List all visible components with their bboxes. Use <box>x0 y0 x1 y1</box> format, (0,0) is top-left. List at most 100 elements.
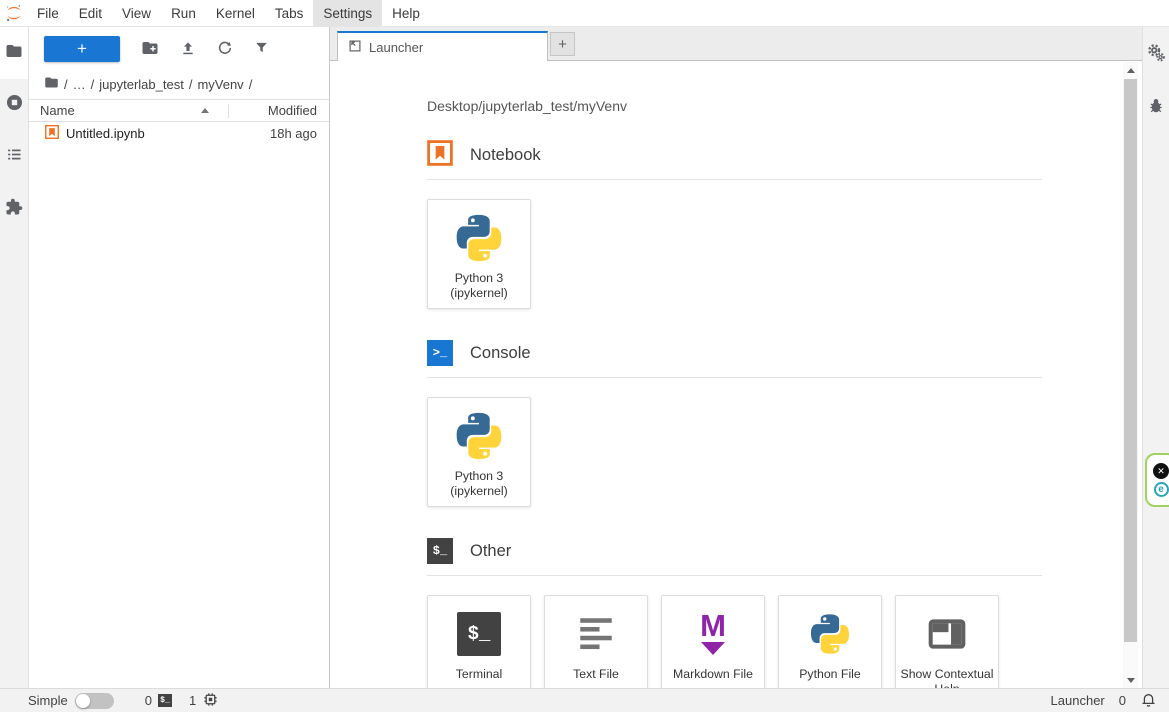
vertical-scrollbar <box>1123 62 1138 688</box>
status-bar-left: Simple 0 $_ 1 <box>28 691 229 711</box>
notebook-file-icon <box>45 125 59 142</box>
text-file-icon <box>575 605 617 663</box>
kernel-name: Python 3 <box>455 469 504 483</box>
new-launcher-button[interactable]: + <box>44 36 120 62</box>
simple-mode-label: Simple <box>28 693 68 708</box>
python-icon <box>807 605 853 663</box>
card-label: Python 3 (ipykernel) <box>450 271 507 300</box>
menu-file[interactable]: File <box>27 0 69 27</box>
launcher-card-text-file[interactable]: Text File <box>544 595 648 688</box>
breadcrumb-separator: / <box>64 77 68 92</box>
scrollbar-up-button[interactable] <box>1123 62 1138 78</box>
menu-edit[interactable]: Edit <box>69 0 112 27</box>
scrollbar-thumb[interactable] <box>1124 79 1137 642</box>
launcher-card-terminal[interactable]: $_ Terminal <box>427 595 531 688</box>
home-folder-icon[interactable] <box>44 75 59 93</box>
column-header-modified[interactable]: Modified <box>239 103 317 118</box>
file-row-untitled-ipynb[interactable]: Untitled.ipynb 18h ago <box>29 122 329 145</box>
menu-kernel[interactable]: Kernel <box>206 0 265 27</box>
scrollbar-down-button[interactable] <box>1123 672 1138 688</box>
bell-icon[interactable] <box>1140 691 1157 711</box>
column-header-name[interactable]: Name <box>40 103 228 118</box>
kernels-count: 1 <box>189 693 196 708</box>
file-name: Untitled.ipynb <box>66 126 270 141</box>
sidebar-tab-running[interactable] <box>0 79 28 131</box>
kernels-indicator[interactable]: 1 <box>189 691 219 711</box>
extension-badge-icon[interactable]: e <box>1154 482 1169 497</box>
new-tab-button[interactable]: + <box>550 32 575 56</box>
sidebar-tab-property-inspector[interactable] <box>1142 36 1169 74</box>
sidebar-tab-debugger[interactable] <box>1142 89 1169 127</box>
breadcrumb-ellipsis[interactable]: … <box>73 77 86 92</box>
close-icon[interactable]: ✕ <box>1153 463 1169 479</box>
breadcrumb-separator: / <box>249 77 253 92</box>
card-label: Python 3 (ipykernel) <box>450 469 507 498</box>
main-row: + <box>0 27 1169 688</box>
launcher-section-notebook: Notebook <box>427 140 1042 309</box>
sidebar-tab-file-browser[interactable] <box>0 27 28 79</box>
file-browser-panel: + <box>29 27 330 688</box>
breadcrumb-folder-myvenv[interactable]: myVenv <box>197 77 243 92</box>
console-icon: >_ <box>427 340 453 366</box>
contextual-help-icon <box>925 605 969 663</box>
kernel-chip-icon <box>202 691 219 711</box>
notifications-count: 0 <box>1119 693 1126 708</box>
toggle-knob <box>76 694 90 708</box>
filter-icon <box>254 40 269 58</box>
sidebar-tab-extensions[interactable] <box>0 183 28 235</box>
kernel-subname: (ipykernel) <box>450 484 507 498</box>
tab-label: Launcher <box>369 40 423 55</box>
terminal-mini-icon: $_ <box>158 694 172 707</box>
column-name-label: Name <box>40 103 75 118</box>
context-label: Launcher <box>1051 693 1105 708</box>
menu-run[interactable]: Run <box>161 0 206 27</box>
filter-button[interactable] <box>254 40 269 58</box>
extension-overlay-widget: ✕ e <box>1145 453 1169 507</box>
status-bar-right: Launcher 0 <box>1051 691 1157 711</box>
puzzle-icon <box>5 198 23 221</box>
bug-icon <box>1147 97 1165 120</box>
kernel-name: Python 3 <box>455 271 504 285</box>
launcher-tab-icon <box>348 39 362 56</box>
card-label: Python File <box>799 667 861 682</box>
menu-settings[interactable]: Settings <box>313 0 382 27</box>
launcher-card-notebook-python3[interactable]: Python 3 (ipykernel) <box>427 199 531 309</box>
tab-launcher[interactable]: Launcher <box>337 31 548 61</box>
section-header: Notebook <box>427 140 1042 170</box>
menu-help[interactable]: Help <box>382 0 430 27</box>
refresh-icon <box>217 40 233 59</box>
jupyterlab-window: File Edit View Run Kernel Tabs Settings … <box>0 0 1169 712</box>
terminal-icon: $_ <box>427 538 453 564</box>
launcher-section-console: >_ Console <box>427 338 1042 507</box>
folder-icon <box>5 42 23 65</box>
card-label: Show Contextual Help <box>900 667 994 688</box>
launcher-panel: Desktop/jupyterlab_test/myVenv Notebook <box>330 61 1142 688</box>
launcher-card-markdown-file[interactable]: M Markdown File <box>661 595 765 688</box>
sidebar-tab-toc[interactable] <box>0 131 28 183</box>
menu-view[interactable]: View <box>112 0 161 27</box>
section-title: Other <box>470 542 511 561</box>
notebook-icon <box>427 140 453 171</box>
new-folder-button[interactable] <box>141 39 159 60</box>
terminals-indicator[interactable]: 0 $_ <box>145 693 172 708</box>
markdown-icon: M <box>700 605 726 663</box>
section-header: >_ Console <box>427 338 1042 368</box>
launcher-section-other: $_ Other $_ Terminal <box>427 536 1042 688</box>
breadcrumb-separator: / <box>189 77 193 92</box>
breadcrumb-folder-jupyterlab-test[interactable]: jupyterlab_test <box>99 77 184 92</box>
left-sidebar <box>0 27 29 688</box>
launcher-card-contextual-help[interactable]: Show Contextual Help <box>895 595 999 688</box>
right-sidebar <box>1142 27 1169 688</box>
launcher-card-console-python3[interactable]: Python 3 (ipykernel) <box>427 397 531 507</box>
refresh-button[interactable] <box>217 40 233 59</box>
kernel-subname: (ipykernel) <box>450 286 507 300</box>
upload-icon <box>180 40 196 59</box>
upload-button[interactable] <box>180 40 196 59</box>
file-modified: 18h ago <box>270 126 317 141</box>
jupyter-logo-icon <box>0 4 27 22</box>
simple-mode-toggle[interactable] <box>75 693 114 709</box>
launcher-card-python-file[interactable]: Python File <box>778 595 882 688</box>
status-bar: Simple 0 $_ 1 Launcher 0 <box>0 688 1169 712</box>
section-title: Notebook <box>470 146 541 165</box>
menu-tabs[interactable]: Tabs <box>265 0 314 27</box>
